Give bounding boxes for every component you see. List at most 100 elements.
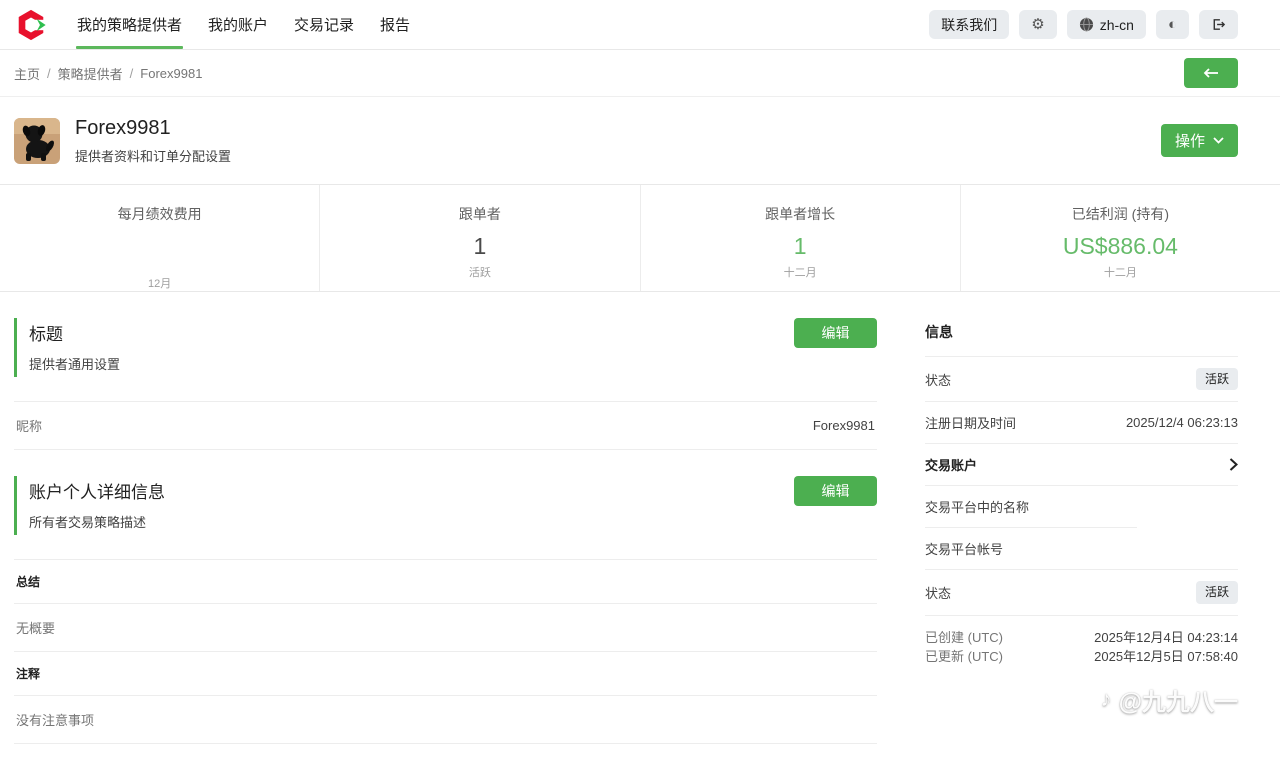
timestamp-label: 已创建 (UTC) (925, 629, 1003, 647)
info-label: 交易平台帐号 (925, 539, 1003, 558)
stat-value: US$886.04 (1063, 231, 1178, 261)
info-registration-datetime: 注册日期及时间 2025/12/4 06:23:13 (925, 402, 1238, 444)
globe-icon (1079, 17, 1094, 32)
info-account-status: 状态 活跃 (925, 570, 1238, 615)
stat-value: 1 (473, 231, 486, 261)
info-created-updated: 已创建 (UTC) 2025年12月4日 04:23:14 已更新 (UTC) 202… (925, 616, 1238, 672)
actions-dropdown-button[interactable]: 操作 (1161, 124, 1238, 157)
breadcrumb-current: Forex9981 (140, 66, 202, 81)
stat-followers: 跟单者 1 活跃 (320, 185, 640, 291)
half-circle-icon: ◐ (1168, 17, 1177, 32)
redaction-overlay (1137, 531, 1241, 566)
breadcrumb-separator: / (47, 66, 51, 81)
stat-settled-profit: 已结利润 (持有) US$886.04 十二月 (961, 185, 1280, 291)
redaction-overlay (1137, 489, 1241, 528)
section-block: 标题提供者通用设置 编辑昵称 Forex9981 (14, 318, 877, 450)
main-column: 标题提供者通用设置编辑昵称Forex9981账户个人详细信息所有者交易策略描述编… (14, 318, 877, 770)
breadcrumb: 主页 / 策略提供者 / Forex9981 (14, 64, 202, 83)
field-label: 昵称 (16, 416, 42, 435)
field-value: Forex9981 (813, 418, 875, 433)
back-button[interactable] (1184, 58, 1238, 88)
back-arrow-icon (1203, 67, 1219, 79)
section-rows: 昵称 Forex9981 (14, 401, 877, 450)
section-header-text: 账户个人详细信息所有者交易策略描述 (14, 476, 165, 535)
breadcrumb-bar: 主页 / 策略提供者 / Forex9981 (0, 50, 1280, 97)
logout-button[interactable] (1199, 10, 1238, 39)
contact-us-button[interactable]: 联系我们 (929, 10, 1009, 39)
timestamp-label: 已更新 (UTC) (925, 648, 1003, 666)
brand-logo-icon (14, 8, 48, 42)
timestamp-line: 已更新 (UTC) 2025年12月5日 07:58:40 (925, 648, 1238, 666)
chevron-down-icon (1213, 137, 1224, 144)
info-panel-title: 信息 (925, 318, 1238, 357)
logout-icon (1211, 17, 1226, 32)
timestamp-value: 2025年12月5日 07:58:40 (1094, 648, 1238, 666)
section-subtitle: 所有者交易策略描述 (29, 512, 165, 531)
gear-icon: ⚙ (1031, 17, 1044, 32)
section-title: 账户个人详细信息 (29, 478, 165, 503)
edit-button[interactable]: 编辑 (794, 318, 877, 348)
stat-sub: 十二月 (784, 264, 817, 280)
stat-sub: 12月 (148, 275, 171, 291)
field-group-label: 总结 (14, 559, 877, 603)
dog-avatar-image (14, 118, 60, 164)
profile-header: Forex9981 提供者资料和订单分配设置 操作 (0, 97, 1280, 185)
stat-title: 跟单者增长 (765, 204, 835, 224)
breadcrumb-separator: / (130, 66, 134, 81)
info-label: 交易平台中的名称 (925, 497, 1029, 516)
page-title: Forex9981 (75, 117, 231, 140)
info-status: 状态 活跃 (925, 357, 1238, 402)
info-value: 2025/12/4 06:23:13 (1126, 415, 1238, 430)
info-label: 注册日期及时间 (925, 413, 1016, 432)
theme-toggle-button[interactable]: ◐ (1156, 10, 1189, 39)
info-platform-account: 交易平台帐号 (925, 528, 1238, 570)
stat-value: 1 (794, 231, 807, 261)
stat-monthly-performance-fee: 每月绩效费用 12月 (0, 185, 320, 291)
nav-my-accounts[interactable]: 我的账户 (195, 0, 281, 49)
field-empty-value: 没有注意事项 (14, 695, 877, 744)
info-label: 交易账户 (925, 455, 977, 474)
section-subtitle: 提供者通用设置 (29, 354, 120, 373)
actions-label: 操作 (1175, 130, 1205, 151)
music-note-icon: ♪ (1101, 686, 1112, 712)
chevron-right-icon (1229, 458, 1238, 471)
stats-row: 每月绩效费用 12月 跟单者 1 活跃 跟单者增长 1 十二月 已结利润 (持有) US$886.… (0, 185, 1280, 292)
brand-logo (14, 7, 50, 43)
nav-my-strategy-providers[interactable]: 我的策略提供者 (64, 0, 195, 49)
section-header-text: 标题提供者通用设置 (14, 318, 120, 377)
top-navbar: 我的策略提供者我的账户交易记录报告 联系我们 ⚙ zh-cn ◐ (0, 0, 1280, 50)
info-label: 状态 (925, 370, 951, 389)
timestamp-value: 2025年12月4日 04:23:14 (1094, 629, 1238, 647)
stat-sub: 活跃 (469, 264, 491, 280)
edit-button[interactable]: 编辑 (794, 476, 877, 506)
stat-title: 每月绩效费用 (118, 204, 202, 224)
section-header: 标题提供者通用设置 编辑 (14, 318, 877, 377)
info-rows: 状态活跃注册日期及时间2025/12/4 06:23:13交易账户交易平台中的名… (925, 357, 1238, 672)
stat-sub: 十二月 (1104, 264, 1137, 280)
nav-reports[interactable]: 报告 (367, 0, 423, 49)
section-title: 标题 (29, 320, 120, 345)
settings-button[interactable]: ⚙ (1019, 10, 1056, 39)
section-rows: 总结无概要注释没有注意事项 (14, 559, 877, 744)
watermark-handle: @九九八一 (1119, 682, 1238, 717)
info-trading-account[interactable]: 交易账户 (925, 444, 1238, 486)
info-label: 状态 (925, 583, 951, 602)
stat-follower-growth: 跟单者增长 1 十二月 (641, 185, 961, 291)
breadcrumb-home[interactable]: 主页 (14, 64, 40, 83)
status-badge: 活跃 (1196, 368, 1238, 390)
content: 标题提供者通用设置编辑昵称Forex9981账户个人详细信息所有者交易策略描述编… (0, 292, 1280, 770)
field-empty-value: 无概要 (14, 603, 877, 651)
profile-text: Forex9981 提供者资料和订单分配设置 (75, 117, 231, 165)
stat-title: 跟单者 (459, 204, 501, 224)
watermark: ♪ @九九八一 (925, 682, 1238, 717)
nav-trade-history[interactable]: 交易记录 (281, 0, 367, 49)
avatar (14, 118, 60, 164)
info-platform-name: 交易平台中的名称 (925, 486, 1238, 528)
status-badge: 活跃 (1196, 581, 1238, 603)
stat-title: 已结利润 (持有) (1072, 204, 1169, 224)
section-block: 账户个人详细信息所有者交易策略描述 编辑总结无概要注释没有注意事项 (14, 476, 877, 744)
page-subtitle: 提供者资料和订单分配设置 (75, 146, 231, 165)
section-header: 账户个人详细信息所有者交易策略描述 编辑 (14, 476, 877, 535)
breadcrumb-strategy-providers[interactable]: 策略提供者 (58, 64, 123, 83)
language-button[interactable]: zh-cn (1067, 10, 1146, 39)
